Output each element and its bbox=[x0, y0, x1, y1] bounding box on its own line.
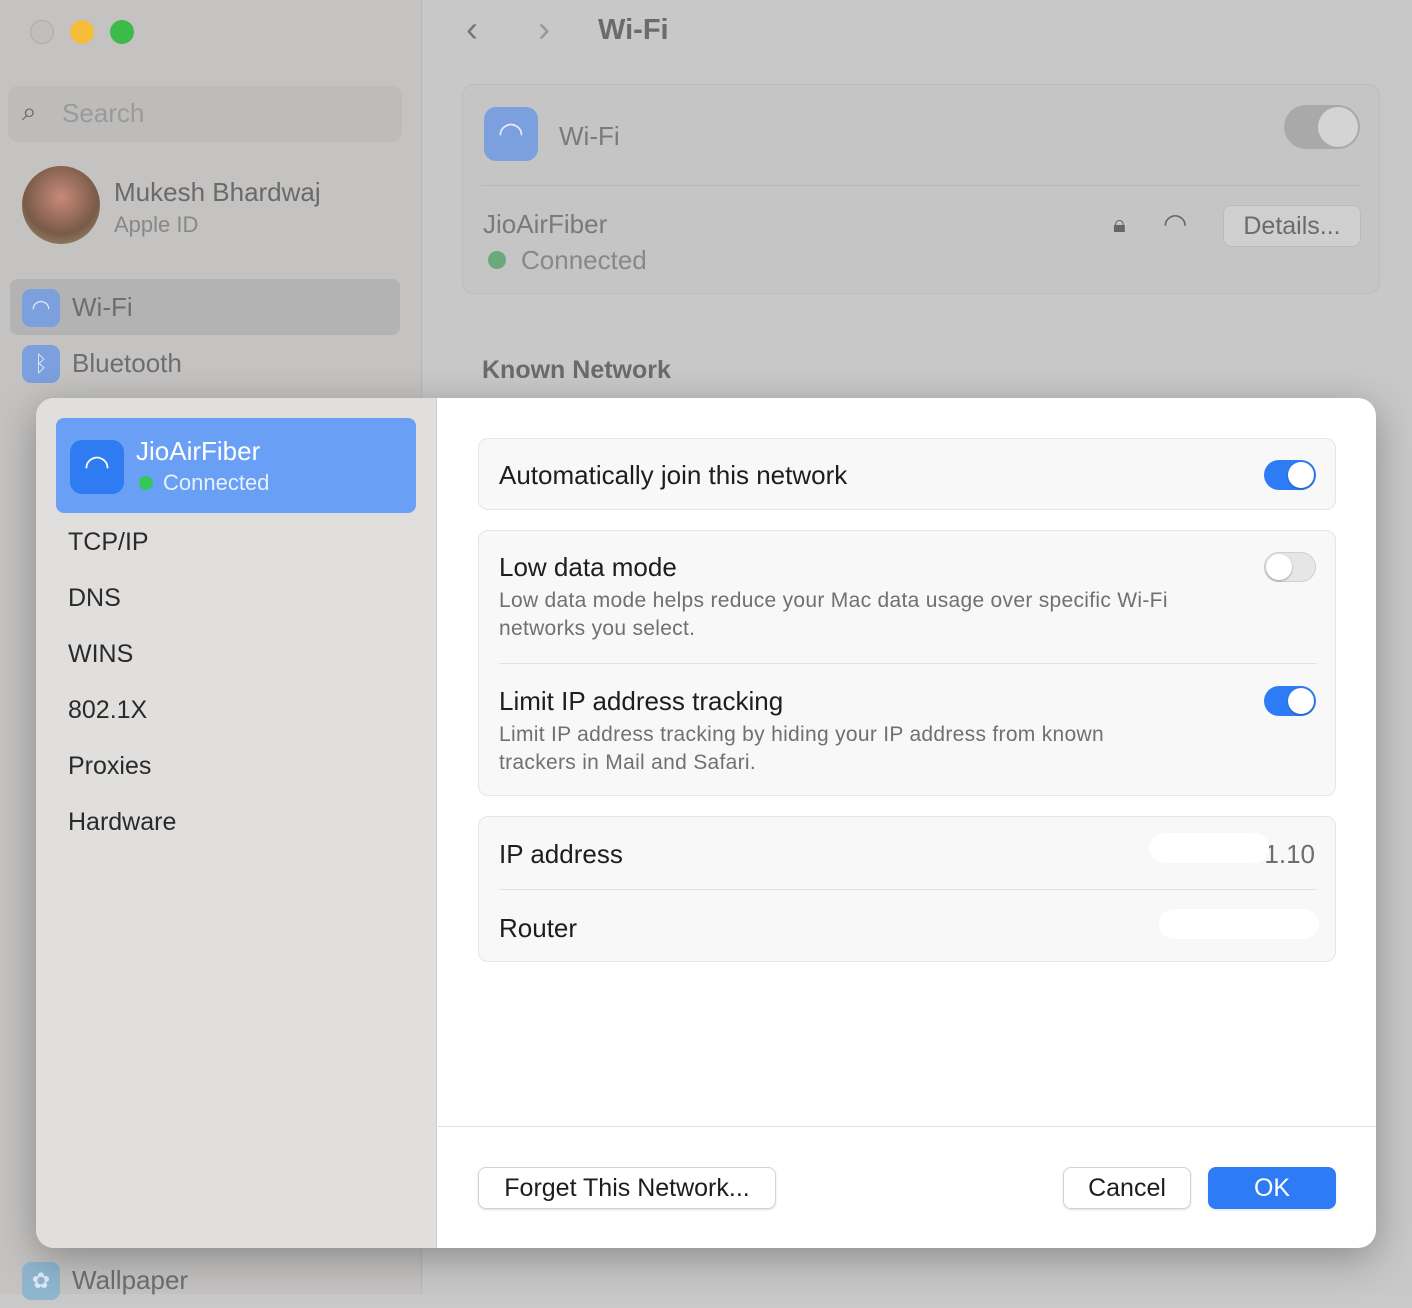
sidebar-item-wallpaper[interactable]: ✿ Wallpaper bbox=[10, 1252, 400, 1308]
details-button[interactable]: Details... bbox=[1223, 205, 1361, 247]
close-window-button[interactable] bbox=[30, 20, 54, 44]
router-label: Router bbox=[499, 913, 578, 943]
connected-dot bbox=[488, 251, 506, 269]
nav-dns[interactable]: DNS bbox=[68, 584, 121, 613]
back-button[interactable]: ‹ bbox=[466, 8, 478, 50]
cancel-button[interactable]: Cancel bbox=[1063, 1167, 1191, 1209]
low-data-label: Low data mode bbox=[499, 552, 677, 582]
auto-join-label: Automatically join this network bbox=[499, 460, 848, 490]
known-network-heading: Known Network bbox=[482, 356, 671, 384]
limit-ip-desc: Limit IP address tracking by hiding your… bbox=[499, 723, 1104, 746]
flower-icon: ✿ bbox=[22, 1262, 60, 1300]
sidebar-item-wifi[interactable]: ◠ Wi-Fi bbox=[10, 279, 400, 335]
auto-join-toggle[interactable] bbox=[1264, 460, 1316, 490]
limit-ip-toggle[interactable] bbox=[1264, 686, 1316, 716]
auto-join-row: Automatically join this network bbox=[478, 438, 1336, 510]
forward-button[interactable]: › bbox=[538, 8, 550, 50]
network-status: Connected bbox=[163, 470, 270, 495]
nav-proxies[interactable]: Proxies bbox=[68, 752, 151, 781]
network-details-sheet: ◠ JioAirFiber Connected TCP/IP DNS WINS … bbox=[36, 398, 1376, 1248]
search-input[interactable]: ⌕ Search bbox=[8, 86, 402, 142]
network-name: JioAirFiber bbox=[483, 209, 608, 239]
limit-ip-label: Limit IP address tracking bbox=[499, 686, 784, 716]
low-data-toggle[interactable] bbox=[1264, 552, 1316, 582]
nav-tcpip[interactable]: TCP/IP bbox=[68, 528, 149, 557]
sheet-sidebar: ◠ JioAirFiber Connected TCP/IP DNS WINS … bbox=[36, 398, 437, 1248]
minimize-window-button[interactable] bbox=[70, 20, 94, 44]
ok-button[interactable]: OK bbox=[1208, 1167, 1336, 1209]
redaction-mark bbox=[1159, 909, 1319, 939]
network-status: Connected bbox=[521, 245, 647, 275]
ip-address-value: 1.10 bbox=[1264, 839, 1315, 869]
apple-id-label: Apple ID bbox=[114, 212, 199, 237]
sidebar-item-bluetooth[interactable]: ᛒ Bluetooth bbox=[10, 335, 400, 391]
bluetooth-icon: ᛒ bbox=[22, 345, 60, 383]
search-icon: ⌕ bbox=[22, 96, 37, 126]
ip-address-label: IP address bbox=[499, 839, 623, 869]
sidebar-item-label: Bluetooth bbox=[72, 348, 182, 378]
zoom-window-button[interactable] bbox=[110, 20, 134, 44]
limit-ip-desc-2: trackers in Mail and Safari. bbox=[499, 751, 756, 774]
wifi-icon: ◠ bbox=[70, 440, 124, 494]
network-name: JioAirFiber bbox=[136, 436, 261, 466]
wifi-card: ◠ Wi-Fi JioAirFiber Connected 🔒︎ ◠ Detai… bbox=[462, 84, 1380, 294]
low-data-desc-2: networks you select. bbox=[499, 617, 696, 640]
low-data-desc: Low data mode helps reduce your Mac data… bbox=[499, 589, 1168, 612]
connected-dot bbox=[139, 476, 153, 490]
lock-icon: 🔒︎ bbox=[1113, 211, 1126, 238]
wifi-icon: ◠ bbox=[22, 289, 60, 327]
sidebar-item-label: Wi-Fi bbox=[72, 292, 133, 322]
nav-hardware[interactable]: Hardware bbox=[68, 808, 176, 837]
ip-group: IP address 1.10 Router bbox=[478, 816, 1336, 962]
search-placeholder: Search bbox=[62, 98, 145, 128]
forget-network-button[interactable]: Forget This Network... bbox=[478, 1167, 776, 1209]
page-title: Wi-Fi bbox=[598, 14, 669, 46]
redaction-mark bbox=[1149, 833, 1269, 863]
avatar[interactable] bbox=[22, 166, 100, 244]
wifi-label: Wi-Fi bbox=[559, 121, 620, 151]
wifi-icon: ◠ bbox=[484, 107, 538, 161]
sidebar-item-label: Wallpaper bbox=[72, 1265, 189, 1295]
selected-network[interactable]: ◠ JioAirFiber Connected bbox=[56, 418, 416, 513]
wifi-signal-icon: ◠ bbox=[1163, 208, 1188, 239]
wifi-toggle[interactable] bbox=[1284, 105, 1360, 149]
nav-8021x[interactable]: 802.1X bbox=[68, 696, 147, 725]
options-group: Low data mode Low data mode helps reduce… bbox=[478, 530, 1336, 796]
nav-wins[interactable]: WINS bbox=[68, 640, 133, 669]
user-name[interactable]: Mukesh Bhardwaj bbox=[114, 177, 321, 208]
